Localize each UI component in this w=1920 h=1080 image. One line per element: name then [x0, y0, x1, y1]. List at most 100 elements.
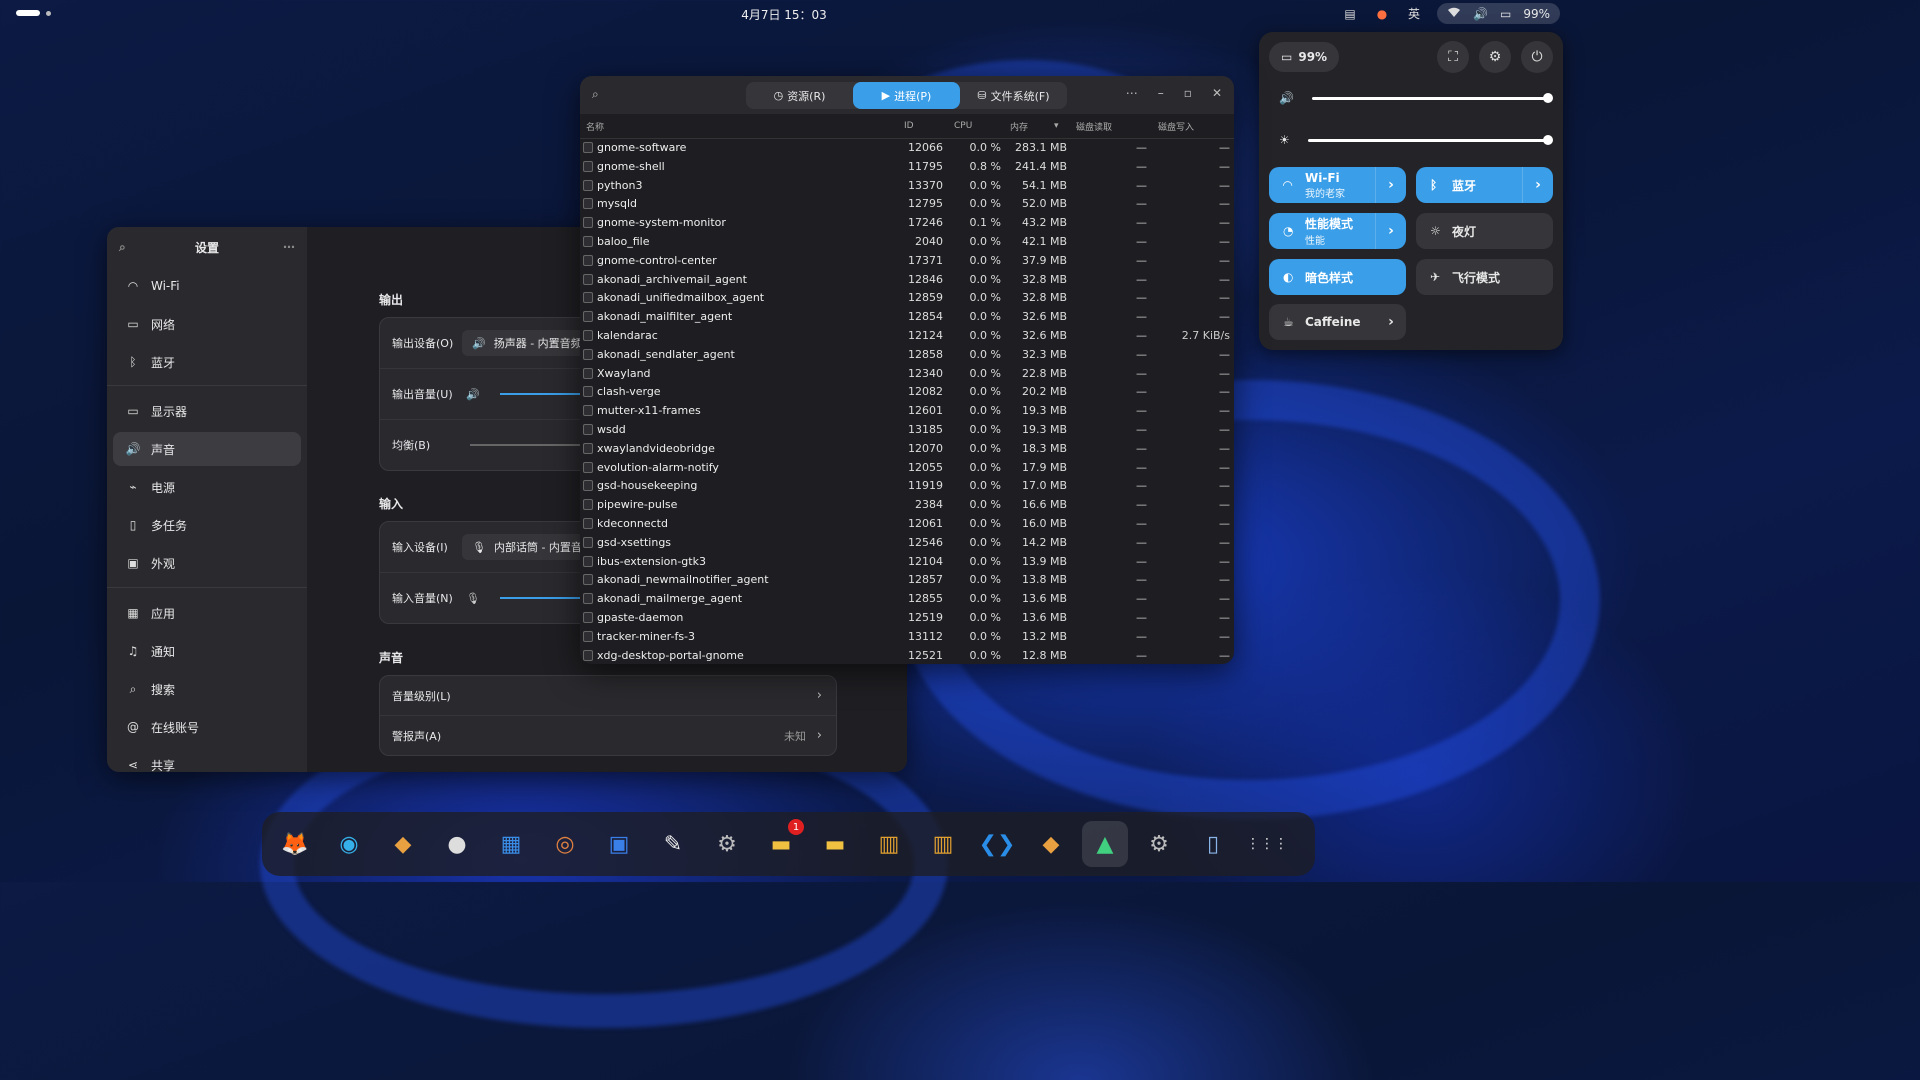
input-method-indicator[interactable]: 英 — [1405, 5, 1423, 23]
sidebar-item-bluetooth[interactable]: ᛒ 蓝牙 — [113, 345, 301, 379]
table-row[interactable]: gsd-xsettings 12546 0.0 % 14.2 MB — — — [580, 534, 1234, 553]
close-icon[interactable]: ✕ — [1212, 86, 1222, 100]
dock-item[interactable]: ❮❯ — [974, 821, 1020, 867]
table-row[interactable]: pipewire-pulse 2384 0.0 % 16.6 MB — — — [580, 496, 1234, 515]
table-row[interactable]: gnome-software 12066 0.0 % 283.1 MB — — — [580, 139, 1234, 158]
table-row[interactable]: xwaylandvideobridge 12070 0.0 % 18.3 MB — — — [580, 440, 1234, 459]
dock-item[interactable]: ◆ — [1028, 821, 1074, 867]
sidebar-item-display[interactable]: ▭ 显示器 — [113, 394, 301, 428]
dock-item[interactable]: ⚙ — [704, 821, 750, 867]
sidebar-item-multitasking[interactable]: ▯ 多任务 — [113, 508, 301, 542]
sidebar-item-wifi[interactable]: ◠ Wi-Fi — [113, 269, 301, 303]
clock[interactable]: 4月7日 15：03 — [0, 6, 1568, 23]
sidebar-item-online-accounts[interactable]: @ 在线账号 — [113, 710, 301, 744]
dock-item[interactable]: ◎ — [542, 821, 588, 867]
table-row[interactable]: gsd-housekeeping 11919 0.0 % 17.0 MB — — — [580, 477, 1234, 496]
dock-item[interactable]: ▥ — [866, 821, 912, 867]
column-disk-read[interactable]: 磁盘读取 — [1076, 120, 1112, 133]
output-device-select[interactable]: 🔊 扬声器 - 内置音频 — [462, 330, 592, 356]
column-cpu[interactable]: CPU — [954, 121, 972, 131]
clash-icon[interactable]: ● — [1373, 5, 1391, 23]
table-row[interactable]: gnome-control-center 17371 0.0 % 37.9 MB — — — [580, 252, 1234, 271]
power-mode-tile[interactable]: ◔ 性能模式 性能 › — [1269, 213, 1406, 249]
column-name[interactable]: 名称 — [586, 120, 604, 133]
sidebar-item-sound[interactable]: 🔊 声音 — [113, 432, 301, 466]
table-row[interactable]: baloo_file 2040 0.0 % 42.1 MB — — — [580, 233, 1234, 252]
sidebar-item-notifications[interactable]: ♫ 通知 — [113, 634, 301, 668]
caffeine-expand-button[interactable]: › — [1376, 304, 1406, 340]
clipboard-icon[interactable]: ▤ — [1341, 5, 1359, 23]
dock-item[interactable]: ▲ — [1082, 821, 1128, 867]
table-row[interactable]: wsdd 13185 0.0 % 19.3 MB — — — [580, 421, 1234, 440]
alert-sound-row[interactable]: 警报声(A) 未知 › — [380, 716, 836, 755]
sidebar-item-network[interactable]: ▭ 网络 — [113, 307, 301, 341]
table-row[interactable]: akonadi_newmailnotifier_agent 12857 0.0 % 1… — [580, 571, 1234, 590]
table-row[interactable]: clash-verge 12082 0.0 % 20.2 MB — — — [580, 383, 1234, 402]
wifi-expand-button[interactable]: › — [1375, 167, 1406, 203]
airplane-mode-tile[interactable]: ✈ 飞行模式 — [1416, 259, 1553, 295]
dock-item[interactable]: ▬ 1 — [758, 819, 804, 867]
table-row[interactable]: Xwayland 12340 0.0 % 22.8 MB — — — [580, 365, 1234, 384]
microphone-icon[interactable]: 🎙 — [466, 592, 480, 605]
caffeine-tile[interactable]: ☕ Caffeine › — [1269, 304, 1406, 340]
search-icon[interactable]: ⌕ — [119, 240, 126, 255]
table-row[interactable]: python3 13370 0.0 % 54.1 MB — — — [580, 177, 1234, 196]
dark-style-tile[interactable]: ◐ 暗色样式 — [1269, 259, 1406, 295]
column-memory[interactable]: 内存 — [1010, 120, 1028, 133]
table-row[interactable]: mysqld 12795 0.0 % 52.0 MB — — — [580, 195, 1234, 214]
minimize-icon[interactable]: – — [1158, 86, 1164, 100]
brightness-slider[interactable] — [1307, 134, 1553, 145]
column-disk-write[interactable]: 磁盘写入 — [1158, 120, 1194, 133]
table-row[interactable]: akonadi_sendlater_agent 12858 0.0 % 32.3 MB… — [580, 346, 1234, 365]
table-row[interactable]: kdeconnectd 12061 0.0 % 16.0 MB — — — [580, 515, 1234, 534]
speaker-icon[interactable]: 🔊 — [466, 388, 480, 401]
wifi-tile[interactable]: ◠ Wi-Fi 我的老家 › — [1269, 167, 1406, 203]
sidebar-item-search[interactable]: ⌕ 搜索 — [113, 672, 301, 706]
status-menu-button[interactable]: 🔊 ▭ 99% — [1437, 3, 1560, 24]
table-row[interactable]: gpaste-daemon 12519 0.0 % 13.6 MB — — — [580, 609, 1234, 628]
table-row[interactable]: akonadi_mailfilter_agent 12854 0.0 % 32.6 M… — [580, 308, 1234, 327]
volume-levels-row[interactable]: 音量级别(L) › — [380, 676, 836, 716]
search-icon[interactable]: ⌕ — [592, 87, 599, 102]
power-button[interactable]: ⏻ — [1521, 41, 1553, 73]
volume-slider[interactable] — [1311, 92, 1553, 103]
tab-processes[interactable]: ▶ 进程(P) — [853, 82, 960, 109]
dock-item[interactable]: ✎ — [650, 821, 696, 867]
sidebar-item-apps[interactable]: ▦ 应用 — [113, 596, 301, 630]
dock-item[interactable]: ▥ — [920, 821, 966, 867]
table-row[interactable]: gnome-shell 11795 0.8 % 241.4 MB — — — [580, 158, 1234, 177]
table-row[interactable]: gnome-system-monitor 17246 0.1 % 43.2 MB — — — [580, 214, 1234, 233]
dock-item[interactable]: ◆ — [380, 821, 426, 867]
dock-item[interactable]: ⚙ — [1136, 821, 1182, 867]
screenshot-button[interactable]: ⛶ — [1437, 41, 1469, 73]
table-row[interactable]: kalendarac 12124 0.0 % 32.6 MB — 2.7 KiB/s — [580, 327, 1234, 346]
brightness-slider-knob[interactable] — [1543, 134, 1553, 145]
battery-pill[interactable]: ▭ 99% — [1269, 42, 1340, 72]
table-row[interactable]: akonadi_unifiedmailbox_agent 12859 0.0 % 32… — [580, 289, 1234, 308]
bluetooth-expand-button[interactable]: › — [1522, 167, 1553, 203]
sidebar-item-power[interactable]: ⌁ 电源 — [113, 470, 301, 504]
table-row[interactable]: xdg-desktop-portal-gnome 12521 0.0 % 12.8 M… — [580, 647, 1234, 664]
dock-item[interactable]: ◉ — [326, 821, 372, 867]
table-row[interactable]: mutter-x11-frames 12601 0.0 % 19.3 MB — — — [580, 402, 1234, 421]
table-row[interactable]: akonadi_mailmerge_agent 12855 0.0 % 13.6 MB… — [580, 590, 1234, 609]
table-row[interactable]: tracker-miner-fs-3 13112 0.0 % 13.2 MB — — — [580, 628, 1234, 647]
dock-item[interactable]: ▯ — [1190, 821, 1236, 867]
volume-slider-knob[interactable] — [1543, 92, 1553, 103]
sidebar-item-sharing[interactable]: ⋖ 共享 — [113, 748, 301, 772]
dock-item[interactable]: ⋮⋮⋮ — [1244, 821, 1290, 867]
table-row[interactable]: akonadi_archivemail_agent 12846 0.0 % 32.8 … — [580, 271, 1234, 290]
dock-item[interactable]: 🦊 — [272, 821, 318, 867]
table-row[interactable]: evolution-alarm-notify 12055 0.0 % 17.9 MB —… — [580, 459, 1234, 478]
bluetooth-tile[interactable]: ᛒ 蓝牙 › — [1416, 167, 1553, 203]
menu-icon[interactable]: ⋯ — [283, 240, 295, 254]
dock-item[interactable]: ▦ — [488, 821, 534, 867]
settings-button[interactable]: ⚙ — [1479, 41, 1511, 73]
menu-icon[interactable]: ⋯ — [1126, 86, 1138, 100]
dock-item[interactable]: ● — [434, 821, 480, 867]
column-id[interactable]: ID — [904, 121, 914, 131]
night-light-tile[interactable]: ☼ 夜灯 — [1416, 213, 1553, 249]
dock-item[interactable]: ▣ — [596, 821, 642, 867]
tab-resources[interactable]: ◷ 资源(R) — [746, 82, 853, 109]
tab-filesystems[interactable]: ⛁ 文件系统(F) — [960, 82, 1067, 109]
